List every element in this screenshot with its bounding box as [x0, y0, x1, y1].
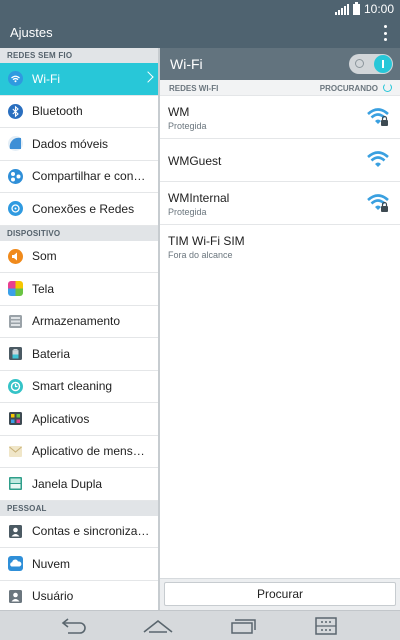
wifi-panel: Wi-Fi REDES WI-FI PROCURANDO WM Protegid… — [160, 48, 400, 610]
status-bar: 10:00 — [0, 0, 400, 18]
settings-item-networks[interactable]: Conexões e Redes — [0, 193, 158, 226]
sound-icon — [8, 248, 23, 264]
settings-item-label: Conexões e Redes — [32, 201, 135, 216]
cloud-icon — [8, 556, 23, 572]
network-status: Fora do alcance — [168, 250, 233, 260]
settings-item-label: Janela Dupla — [32, 476, 103, 491]
settings-item-label: Aplicativos — [32, 411, 90, 426]
network-name: WM — [168, 105, 190, 119]
settings-item-bluetooth[interactable]: Bluetooth — [0, 96, 158, 128]
network-name: WMInternal — [168, 191, 230, 205]
smart-cleaning-icon — [8, 378, 23, 394]
network-item-tim[interactable]: TIM Wi-Fi SIM Fora do alcance — [160, 225, 400, 268]
back-icon[interactable] — [56, 615, 92, 637]
settings-item-wifi[interactable]: Wi-Fi — [0, 63, 158, 96]
networks-section-header: REDES WI-FI PROCURANDO — [160, 80, 400, 96]
battery-settings-icon — [9, 347, 22, 361]
messaging-icon — [9, 445, 22, 457]
status-time: 10:00 — [363, 2, 394, 16]
app-title: Ajustes — [10, 25, 53, 40]
settings-item-label: Bluetooth — [32, 104, 83, 119]
battery-icon — [352, 1, 360, 15]
app-bar: Ajustes — [0, 18, 400, 48]
home-icon[interactable] — [140, 615, 176, 637]
dual-window-icon — [9, 477, 22, 491]
settings-item-label: Dados móveis — [32, 136, 109, 151]
network-item-wminternal[interactable]: WMInternal Protegida — [160, 182, 400, 225]
scan-bar: Procurar — [160, 578, 400, 610]
section-header: PESSOAL — [0, 500, 158, 516]
overflow-menu-icon[interactable] — [380, 25, 390, 41]
settings-item-smart-cleaning[interactable]: Smart cleaning — [0, 371, 158, 403]
settings-item-cloud[interactable]: Nuvem — [0, 548, 158, 581]
menu-icon[interactable] — [308, 615, 344, 637]
settings-item-label: Usuário — [32, 589, 74, 604]
signal-icon — [334, 3, 349, 15]
networks-section-label: REDES WI-FI — [169, 84, 219, 93]
network-item-wm[interactable]: WM Protegida — [160, 96, 400, 139]
settings-item-apps[interactable]: Aplicativos — [0, 403, 158, 436]
scanning-spinner-icon — [383, 83, 392, 92]
apps-icon — [9, 412, 22, 426]
wifi-locked-icon — [367, 108, 389, 126]
wifi-toggle[interactable] — [349, 54, 393, 74]
display-icon — [8, 281, 23, 297]
settings-item-label: Contas e sincronização — [32, 524, 150, 539]
settings-item-storage[interactable]: Armazenamento — [0, 306, 158, 338]
networks-icon — [8, 201, 23, 217]
network-status: Protegida — [168, 207, 207, 217]
settings-item-label: Wi-Fi — [32, 71, 60, 86]
settings-list: REDES SEM FIO Wi-Fi Bluetooth Dados móve… — [0, 48, 158, 610]
settings-item-mobile-data[interactable]: Dados móveis — [0, 128, 158, 161]
wifi-header: Wi-Fi — [160, 48, 400, 80]
wifi-title: Wi-Fi — [170, 56, 203, 72]
bluetooth-icon — [8, 103, 23, 119]
wifi-icon — [8, 71, 23, 87]
settings-item-label: Tela — [32, 281, 55, 296]
settings-item-battery[interactable]: Bateria — [0, 338, 158, 371]
storage-icon — [9, 314, 22, 328]
settings-item-share-connect[interactable]: Compartilhar e conectar — [0, 161, 158, 193]
section-header: REDES SEM FIO — [0, 48, 158, 63]
settings-item-label: Som — [32, 249, 57, 264]
settings-item-label: Armazenamento — [32, 314, 121, 329]
navigation-bar — [0, 610, 400, 640]
accounts-sync-icon — [9, 524, 22, 538]
share-connect-icon — [8, 168, 23, 184]
settings-item-user[interactable]: Usuário — [0, 581, 158, 611]
network-status: Protegida — [168, 121, 207, 131]
settings-item-label: Aplicativo de mensagens — [32, 444, 150, 459]
settings-item-messaging[interactable]: Aplicativo de mensagens — [0, 436, 158, 468]
network-name: TIM Wi-Fi SIM — [168, 234, 245, 248]
settings-item-dual-window[interactable]: Janela Dupla — [0, 468, 158, 501]
settings-item-label: Compartilhar e conectar — [32, 169, 150, 184]
settings-item-label: Nuvem — [32, 556, 71, 571]
scan-button[interactable]: Procurar — [164, 582, 396, 606]
mobile-data-icon — [8, 136, 23, 152]
toggle-knob — [374, 55, 392, 73]
settings-item-accounts-sync[interactable]: Contas e sincronização — [0, 516, 158, 548]
user-icon — [9, 589, 22, 603]
toggle-off-icon — [355, 59, 364, 68]
network-name: WMGuest — [168, 154, 222, 168]
status-icons: 10:00 — [334, 1, 394, 16]
network-item-wmguest[interactable]: WMGuest — [160, 139, 400, 182]
settings-item-label: Bateria — [32, 346, 71, 361]
wifi-locked-icon — [367, 194, 389, 212]
recent-apps-icon[interactable] — [225, 615, 261, 637]
chevron-right-icon — [142, 71, 154, 83]
scanning-label: PROCURANDO — [319, 84, 378, 93]
settings-item-sound[interactable]: Som — [0, 241, 158, 273]
section-header: DISPOSITIVO — [0, 225, 158, 241]
settings-item-label: Smart cleaning — [32, 379, 113, 394]
settings-item-display[interactable]: Tela — [0, 273, 158, 306]
wifi-signal-icon — [367, 151, 389, 167]
